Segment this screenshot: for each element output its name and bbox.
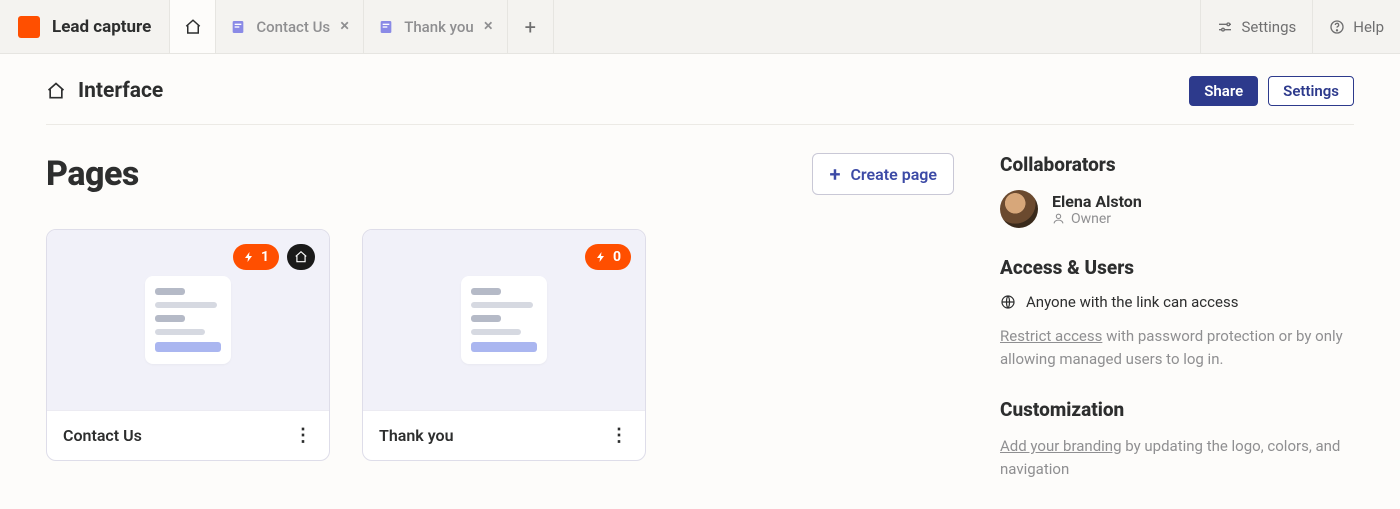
home-icon	[46, 81, 66, 101]
tab-contact-us[interactable]: Contact Us ×	[216, 0, 364, 53]
avatar	[1000, 190, 1038, 228]
settings-button[interactable]: Settings	[1268, 76, 1354, 106]
customization-heading: Customization	[1000, 398, 1354, 421]
page-thumbnail	[145, 276, 231, 364]
card-title: Contact Us	[63, 426, 142, 445]
plus-icon: +	[829, 162, 840, 186]
create-page-label: Create page	[850, 165, 937, 184]
top-tab-bar: Lead capture Contact Us × Thank you × + …	[0, 0, 1400, 54]
bolt-icon	[243, 251, 255, 263]
trigger-count: 0	[613, 249, 621, 265]
trigger-count-badge: 1	[233, 244, 279, 270]
close-icon[interactable]: ×	[340, 18, 349, 35]
sliders-icon	[1217, 19, 1233, 35]
card-preview: 0	[363, 230, 645, 410]
page-icon	[378, 19, 394, 35]
trigger-count-badge: 0	[585, 244, 631, 270]
top-help-label: Help	[1353, 18, 1384, 36]
trigger-count: 1	[261, 249, 269, 265]
page-card-contact-us[interactable]: 1 Contact Us ⋮	[46, 229, 330, 461]
create-page-button[interactable]: + Create page	[812, 153, 954, 195]
sidebar: Collaborators Elena Alston Owner Access …	[1000, 153, 1354, 508]
access-heading: Access & Users	[1000, 256, 1354, 279]
globe-icon	[1000, 294, 1016, 310]
card-menu-icon[interactable]: ⋮	[294, 425, 313, 446]
access-description: Restrict access with password protection…	[1000, 325, 1354, 370]
person-icon	[1052, 212, 1065, 225]
tab-label: Contact Us	[256, 18, 330, 36]
collaborator-name: Elena Alston	[1052, 192, 1142, 211]
page-card-thank-you[interactable]: 0 Thank you ⋮	[362, 229, 646, 461]
add-tab-button[interactable]: +	[508, 0, 554, 53]
top-settings-button[interactable]: Settings	[1200, 0, 1312, 53]
close-icon[interactable]: ×	[484, 18, 493, 35]
card-menu-icon[interactable]: ⋮	[610, 425, 629, 446]
help-icon	[1329, 19, 1345, 35]
access-status: Anyone with the link can access	[1026, 293, 1238, 311]
app-logo	[18, 16, 40, 38]
page-icon	[230, 19, 246, 35]
collaborator-row[interactable]: Elena Alston Owner	[1000, 190, 1354, 228]
tab-thank-you[interactable]: Thank you ×	[364, 0, 508, 53]
app-name: Lead capture	[52, 17, 151, 37]
plus-icon: +	[525, 15, 536, 39]
card-title: Thank you	[379, 426, 454, 445]
collaborator-role: Owner	[1071, 211, 1111, 227]
home-icon	[184, 18, 202, 36]
home-badge	[287, 244, 315, 270]
header-row: Interface Share Settings	[0, 54, 1400, 124]
top-help-button[interactable]: Help	[1312, 0, 1400, 53]
add-branding-link[interactable]: Add your branding	[1000, 437, 1122, 455]
app-badge[interactable]: Lead capture	[0, 0, 170, 53]
home-tab[interactable]	[170, 0, 216, 53]
customization-description: Add your branding by updating the logo, …	[1000, 435, 1354, 480]
share-button[interactable]: Share	[1189, 76, 1258, 106]
bolt-icon	[595, 251, 607, 263]
card-preview: 1	[47, 230, 329, 410]
pages-heading: Pages	[46, 154, 139, 194]
top-settings-label: Settings	[1241, 18, 1296, 36]
page-thumbnail	[461, 276, 547, 364]
collaborators-heading: Collaborators	[1000, 153, 1354, 176]
restrict-access-link[interactable]: Restrict access	[1000, 327, 1102, 345]
tab-label: Thank you	[404, 18, 474, 36]
page-title: Interface	[78, 79, 163, 103]
